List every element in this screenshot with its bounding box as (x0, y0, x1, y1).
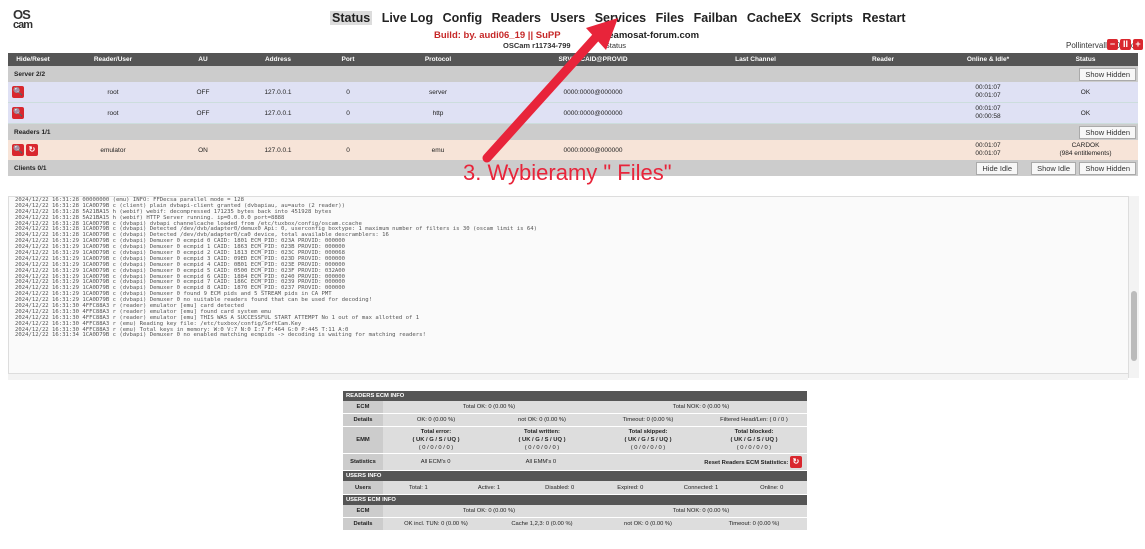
readers-not-ok: not OK: 0 (0.00 %) (517, 417, 566, 423)
users-details-label: Details (343, 518, 383, 530)
all-ecms: All ECM's 0 (420, 459, 451, 465)
users-ok-incl: OK incl. TUN: 0 (0.00 %) (404, 521, 468, 527)
emm-error: Total error:( UK / G / S / UQ )( 0 / 0 /… (412, 429, 460, 451)
users-online: Online: 0 (760, 484, 784, 491)
live-log-panel: 2024/12/22 16:31:28 00000000 (emu) INFO:… (8, 196, 1136, 374)
readers-filtered: Filtered Head/Len: ( 0 / 0 ) (720, 417, 788, 423)
users-active: Active: 1 (477, 484, 501, 491)
users-timeout: Timeout: 0 (0.00 %) (728, 521, 780, 527)
log-line: 2024/12/22 16:31:34 1CA0D79B c (dvbapi) … (15, 332, 426, 339)
reset-icon[interactable]: ↻ (790, 456, 802, 468)
emm-skipped: Total skipped:( UK / G / S / UQ )( 0 / 0… (624, 429, 672, 451)
ecm-label: ECM (343, 401, 383, 413)
all-emms: All EMM's 0 (525, 459, 557, 465)
users-cache: Cache 1,2,3: 0 (0.00 %) (511, 521, 573, 527)
users-connected: Connected: 1 (683, 484, 719, 491)
readers-total-ok: Total OK: 0 (0.00 %) (462, 404, 516, 410)
reset-stats-label: Reset Readers ECM Statistics: (704, 460, 789, 466)
users-ecm-title: USERS ECM INFO (343, 495, 807, 505)
users-not-ok: not OK: 0 (0.00 %) (623, 521, 672, 527)
statistics-label: Statistics (343, 454, 383, 470)
emm-blocked: Total blocked:( UK / G / S / UQ )( 0 / 0… (730, 429, 778, 451)
users-ecm-label: ECM (343, 505, 383, 517)
annotation-text: 3. Wybieramy " Files" (463, 160, 672, 185)
readers-ecm-title: READERS ECM INFO (343, 391, 807, 401)
scrollbar-thumb[interactable] (1131, 291, 1137, 361)
users-total: Total: 1 (408, 484, 428, 491)
log-horizontal-scrollbar[interactable] (8, 373, 1128, 380)
users-total-ok: Total OK: 0 (0.00 %) (462, 508, 516, 514)
users-expired: Expired: 0 (617, 484, 644, 491)
emm-label: EMM (343, 427, 383, 453)
emm-written: Total written:( UK / G / S / UQ )( 0 / 0… (518, 429, 566, 451)
reset-stats-cell: Reset Readers ECM Statistics: ↻ (594, 456, 808, 468)
log-vertical-scrollbar[interactable] (1128, 196, 1139, 378)
readers-timeout: Timeout: 0 (0.00 %) (622, 417, 674, 423)
details-label: Details (343, 414, 383, 426)
statistics-panel: READERS ECM INFO ECM Total OK: 0 (0.00 %… (343, 391, 807, 531)
readers-ok: OK: 0 (0.00 %) (416, 417, 456, 423)
users-info-title: USERS INFO (343, 471, 807, 481)
users-total-nok: Total NOK: 0 (0.00 %) (672, 508, 730, 514)
users-disabled: Disabled: 0 (545, 484, 575, 491)
readers-total-nok: Total NOK: 0 (0.00 %) (672, 404, 730, 410)
users-label: Users (343, 481, 383, 494)
